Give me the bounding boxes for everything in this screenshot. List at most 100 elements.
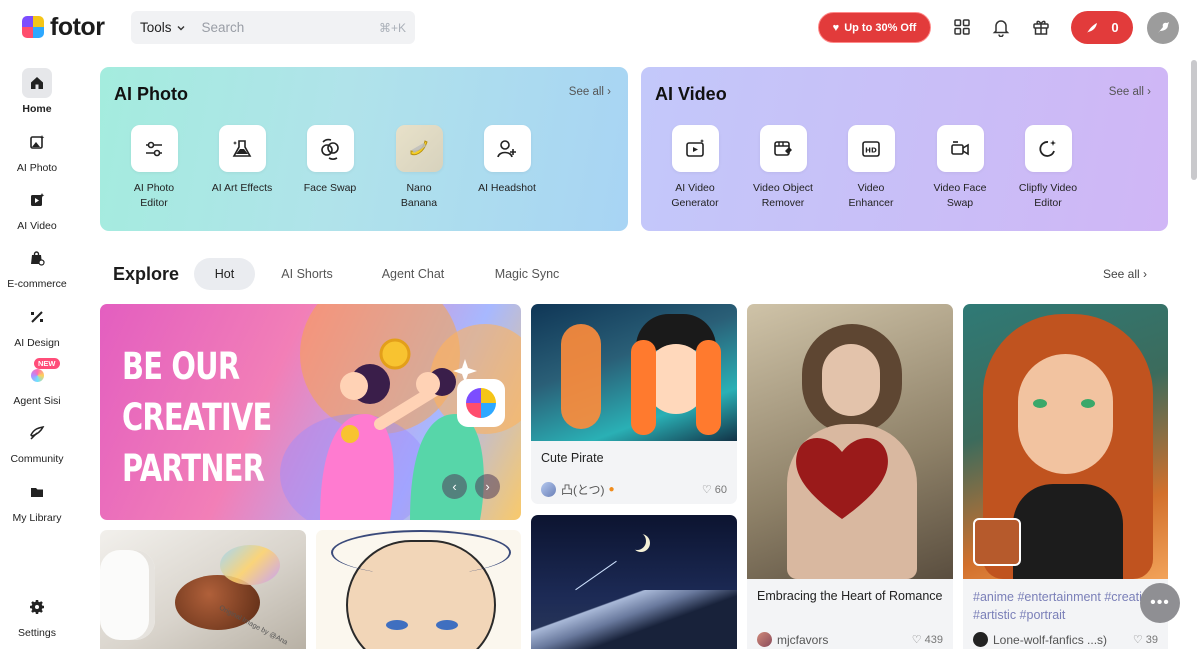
bell-icon[interactable] xyxy=(990,16,1012,38)
page-scrollbar[interactable] xyxy=(1191,60,1197,180)
tool-nano-banana[interactable]: Nano Banana xyxy=(375,125,463,211)
post-image-anime-portrait[interactable] xyxy=(963,304,1168,579)
author-name[interactable]: 凸(とつ) xyxy=(561,481,605,498)
chat-more-button[interactable]: ••• xyxy=(1140,583,1180,623)
banana-icon xyxy=(395,125,443,172)
fotor-logo[interactable]: fotor xyxy=(22,13,105,41)
user-avatar[interactable] xyxy=(1147,12,1179,44)
sidebar-item-ai-design[interactable]: AI Design xyxy=(0,302,74,349)
ai-photo-see-all[interactable]: See all › xyxy=(569,86,611,98)
tab-magic-sync[interactable]: Magic Sync xyxy=(483,258,571,290)
hd-icon: HD xyxy=(847,125,895,172)
tools-dropdown[interactable]: Tools xyxy=(140,20,186,35)
ai-video-card: AI Video See all › AI Video Generator Vid… xyxy=(641,67,1168,231)
promo-button[interactable]: ♥ Up to 30% Off xyxy=(818,12,931,43)
promo-label: Up to 30% Off xyxy=(844,21,917,34)
gift-icon[interactable] xyxy=(1030,16,1052,38)
svg-text:HD: HD xyxy=(865,146,877,154)
search-bar[interactable]: Tools Search ⌘+K xyxy=(131,11,415,44)
author-avatar[interactable] xyxy=(973,632,988,647)
post-hashtags[interactable]: #anime #entertainment #creative #artisti… xyxy=(973,588,1158,624)
ai-photo-card: AI Photo See all › AI Photo Editor AI Art… xyxy=(100,67,628,231)
credits-button[interactable]: 0 xyxy=(1071,11,1133,44)
sidebar-item-home[interactable]: Home xyxy=(0,68,74,115)
apps-grid-icon[interactable] xyxy=(951,16,973,38)
community-icon xyxy=(22,418,52,448)
ai-photo-icon xyxy=(22,127,52,157)
ai-video-icon xyxy=(22,185,52,215)
tools-label: Tools xyxy=(140,20,172,35)
top-bar: fotor Tools Search ⌘+K ♥ Up to 30% Off 0 xyxy=(0,0,1200,56)
video-swap-icon xyxy=(936,125,984,172)
sidebar-item-ai-photo[interactable]: AI Photo xyxy=(0,127,74,174)
tool-clipfly-video-editor[interactable]: Clipfly Video Editor xyxy=(1004,125,1092,211)
like-count[interactable]: ♡ 439 xyxy=(912,633,943,646)
heart-icon: ♥ xyxy=(832,21,840,34)
sidebar: Home AI Photo AI Video E-commerce AI Des… xyxy=(0,56,74,649)
post-image-romance[interactable] xyxy=(747,304,953,579)
sidebar-item-agent-sisi[interactable]: NEW Agent Sisi xyxy=(0,358,74,407)
tab-ai-shorts[interactable]: AI Shorts xyxy=(270,258,344,290)
post-card-romance[interactable]: Embracing the Heart of Romance mjcfavors… xyxy=(747,579,953,649)
tool-ai-art-effects[interactable]: AI Art Effects xyxy=(198,125,286,196)
face-swap-icon xyxy=(306,125,354,172)
home-icon xyxy=(22,68,52,98)
tool-ai-headshot[interactable]: AI Headshot xyxy=(463,125,551,196)
design-icon xyxy=(22,302,52,332)
logo-text: fotor xyxy=(50,13,105,41)
post-image-sketch-portrait[interactable] xyxy=(316,530,521,649)
sidebar-item-my-library[interactable]: My Library xyxy=(0,477,74,524)
tab-agent-chat[interactable]: Agent Chat xyxy=(368,258,458,290)
tool-video-enhancer[interactable]: HD Video Enhancer xyxy=(827,125,915,211)
tool-ai-video-generator[interactable]: AI Video Generator xyxy=(651,125,739,211)
explore-see-all[interactable]: See all › xyxy=(1103,267,1147,281)
bird-avatar-icon xyxy=(1158,22,1169,33)
author-name[interactable]: Lone-wolf-fanfics ...s) xyxy=(993,633,1107,647)
thumbnail-preview[interactable] xyxy=(973,518,1021,566)
app-logo-tile-icon xyxy=(457,379,505,427)
post-title: Embracing the Heart of Romance xyxy=(757,589,943,603)
gear-icon xyxy=(22,592,52,622)
tool-video-object-remover[interactable]: Video Object Remover xyxy=(739,125,827,211)
search-input[interactable]: Search xyxy=(202,20,379,35)
tab-hot[interactable]: Hot xyxy=(194,258,255,290)
sidebar-item-community[interactable]: Community xyxy=(0,418,74,465)
user-plus-icon xyxy=(483,125,531,172)
author-name[interactable]: mjcfavors xyxy=(777,633,828,647)
sidebar-item-ai-video[interactable]: AI Video xyxy=(0,185,74,232)
sliders-icon xyxy=(130,125,178,172)
post-title: Cute Pirate xyxy=(541,451,604,465)
like-count[interactable]: ♡ 60 xyxy=(702,483,727,496)
sidebar-item-settings[interactable]: Settings xyxy=(0,592,74,639)
author-avatar[interactable] xyxy=(757,632,772,647)
feather-icon xyxy=(1087,22,1098,33)
ai-photo-title: AI Photo xyxy=(114,84,188,104)
tool-face-swap[interactable]: Face Swap xyxy=(286,125,374,196)
logo-mark-icon xyxy=(22,16,44,38)
clipfly-icon xyxy=(1024,125,1072,172)
post-image-night-sky[interactable] xyxy=(531,515,737,649)
search-shortcut: ⌘+K xyxy=(378,20,406,35)
post-image-beetle[interactable]: Original Image by @Ana xyxy=(100,530,306,649)
ai-video-see-all[interactable]: See all › xyxy=(1109,86,1151,98)
chevron-down-icon xyxy=(177,25,185,30)
post-card-cute-pirate[interactable]: Cute Pirate 凸(とつ) ● ♡ 60 xyxy=(531,441,737,504)
explore-title: Explore xyxy=(113,264,180,284)
folder-icon xyxy=(22,477,52,507)
author-avatar[interactable] xyxy=(541,482,556,497)
verified-badge-icon: ● xyxy=(608,484,615,495)
tool-video-face-swap[interactable]: Video Face Swap xyxy=(916,125,1004,211)
post-card-anime[interactable]: #anime #entertainment #creative #artisti… xyxy=(963,579,1168,649)
banner-next-button[interactable]: › xyxy=(475,474,500,499)
like-count[interactable]: ♡ 39 xyxy=(1133,633,1158,646)
ai-video-title: AI Video xyxy=(655,84,727,104)
sidebar-item-e-commerce[interactable]: E-commerce xyxy=(0,243,74,290)
flask-icon xyxy=(218,125,266,172)
eraser-video-icon xyxy=(759,125,807,172)
tool-ai-photo-editor[interactable]: AI Photo Editor xyxy=(110,125,198,211)
post-image-cute-pirate[interactable] xyxy=(531,304,737,441)
shopping-bag-icon xyxy=(22,243,52,273)
banner-headline: BE OUR CREATIVE PARTNER xyxy=(122,345,272,490)
banner-prev-button[interactable]: ‹ xyxy=(442,474,467,499)
credits-count: 0 xyxy=(1111,20,1119,35)
